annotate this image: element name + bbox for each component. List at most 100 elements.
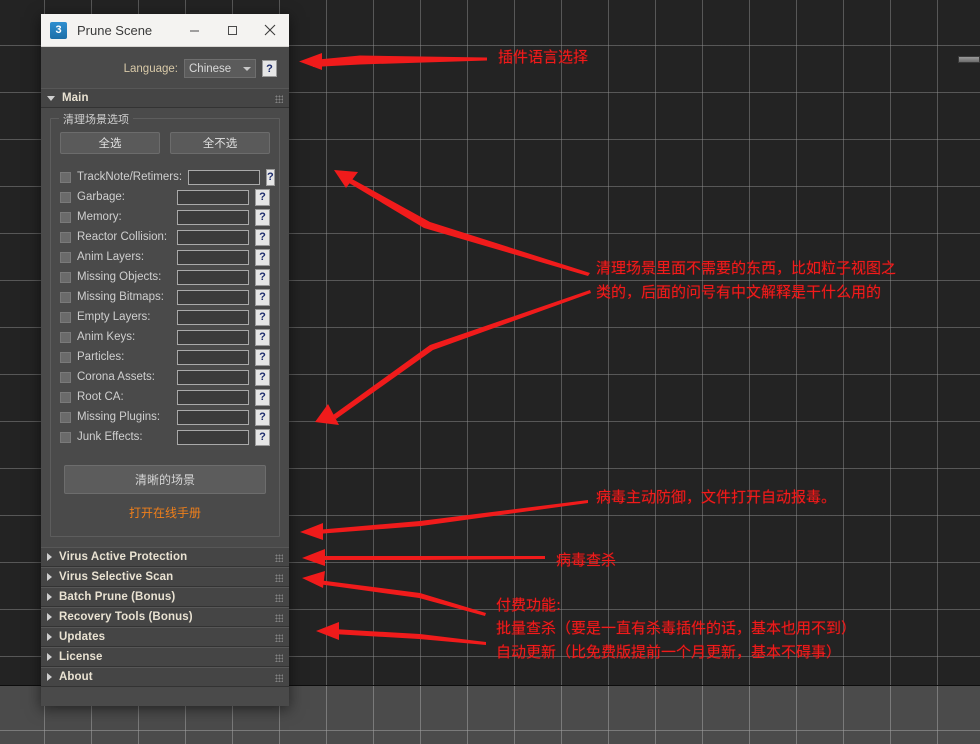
option-value-field[interactable] [177, 369, 249, 385]
option-checkbox[interactable] [60, 391, 71, 403]
rollout-header[interactable]: Updates [41, 627, 289, 647]
rollout-title-main: Main [62, 92, 89, 104]
option-checkbox[interactable] [60, 271, 71, 283]
option-label: Corona Assets: [77, 371, 155, 383]
rollout-header[interactable]: Virus Active Protection [41, 547, 289, 567]
option-checkbox[interactable] [60, 351, 71, 363]
option-row: Missing Objects:? [60, 267, 270, 287]
grip-icon[interactable] [275, 574, 283, 582]
option-value-field[interactable] [177, 329, 249, 345]
option-label: Root CA: [77, 391, 124, 403]
option-row: Garbage:? [60, 187, 270, 207]
minimize-button[interactable] [175, 14, 213, 46]
option-row: Empty Layers:? [60, 307, 270, 327]
option-row: Missing Bitmaps:? [60, 287, 270, 307]
rollout-header[interactable]: Batch Prune (Bonus) [41, 587, 289, 607]
clean-scene-button[interactable]: 清晰的场景 [64, 465, 266, 494]
select-none-button[interactable]: 全不选 [170, 132, 270, 154]
grip-icon[interactable] [275, 654, 283, 662]
option-value-field[interactable] [177, 429, 249, 445]
rollout-header-main[interactable]: Main [41, 88, 289, 108]
viewport-edge-widget[interactable] [958, 56, 980, 63]
language-row: Language: Chinese ? [41, 47, 289, 88]
grip-icon[interactable] [275, 95, 283, 103]
option-row: Anim Layers:? [60, 247, 270, 267]
option-help-button[interactable]: ? [255, 368, 270, 386]
option-help-button[interactable]: ? [255, 328, 270, 346]
option-label: Missing Bitmaps: [77, 291, 164, 303]
option-help-button[interactable]: ? [255, 208, 270, 226]
grip-icon[interactable] [275, 634, 283, 642]
option-checkbox[interactable] [60, 171, 71, 183]
online-manual-link[interactable]: 打开在线手册 [60, 504, 270, 521]
option-checkbox[interactable] [60, 371, 71, 383]
option-help-button[interactable]: ? [255, 428, 270, 446]
option-help-button[interactable]: ? [255, 288, 270, 306]
option-checkbox[interactable] [60, 431, 71, 443]
option-checkbox[interactable] [60, 191, 71, 203]
option-value-field[interactable] [177, 389, 249, 405]
option-help-button[interactable]: ? [255, 388, 270, 406]
option-help-button[interactable]: ? [255, 408, 270, 426]
rollout-title: Recovery Tools (Bonus) [59, 611, 193, 623]
grip-icon[interactable] [275, 554, 283, 562]
option-checkbox[interactable] [60, 251, 71, 263]
language-select[interactable]: Chinese [184, 59, 256, 78]
option-row: Root CA:? [60, 387, 270, 407]
chevron-right-icon [47, 613, 52, 621]
option-row: Memory:? [60, 207, 270, 227]
option-value-field[interactable] [177, 349, 249, 365]
option-value-field[interactable] [177, 289, 249, 305]
clean-scene-options-group: 清理场景选项 全选 全不选 TrackNote/Retimers:? Garbag… [50, 111, 280, 537]
option-value-field[interactable] [177, 229, 249, 245]
option-help-button[interactable]: ? [255, 248, 270, 266]
chevron-right-icon [47, 673, 52, 681]
language-help-button[interactable]: ? [262, 60, 277, 77]
chevron-right-icon [47, 653, 52, 661]
option-help-button[interactable]: ? [255, 308, 270, 326]
option-help-button[interactable]: ? [255, 228, 270, 246]
option-label: Anim Layers: [77, 251, 145, 263]
option-help-button[interactable]: ? [255, 348, 270, 366]
rollout-title: Virus Active Protection [59, 551, 188, 563]
chevron-right-icon [47, 553, 52, 561]
rollout-header[interactable]: License [41, 647, 289, 667]
grip-icon[interactable] [275, 674, 283, 682]
option-help-button[interactable]: ? [255, 268, 270, 286]
language-value: Chinese [189, 62, 232, 75]
chevron-right-icon [47, 593, 52, 601]
maximize-button[interactable] [213, 14, 251, 46]
window-title: Prune Scene [77, 22, 153, 38]
option-value-field[interactable] [177, 189, 249, 205]
option-checkbox[interactable] [60, 331, 71, 343]
grip-icon[interactable] [275, 594, 283, 602]
option-checkbox[interactable] [60, 231, 71, 243]
option-value-field[interactable] [188, 169, 261, 185]
option-label: Empty Layers: [77, 311, 151, 323]
option-label: Missing Plugins: [77, 411, 161, 423]
rollout-header[interactable]: About [41, 667, 289, 687]
option-help-button[interactable]: ? [266, 168, 275, 186]
option-value-field[interactable] [177, 209, 249, 225]
select-all-button[interactable]: 全选 [60, 132, 160, 154]
option-label: Memory: [77, 211, 122, 223]
option-checkbox[interactable] [60, 311, 71, 323]
option-value-field[interactable] [177, 249, 249, 265]
rollout-header[interactable]: Virus Selective Scan [41, 567, 289, 587]
window-body: Language: Chinese ? Main 清理场景选项 全选 全不选 T… [41, 47, 289, 706]
grip-icon[interactable] [275, 614, 283, 622]
option-label: TrackNote/Retimers: [77, 171, 183, 183]
option-checkbox[interactable] [60, 211, 71, 223]
option-checkbox[interactable] [60, 411, 71, 423]
option-help-button[interactable]: ? [255, 188, 270, 206]
option-row: TrackNote/Retimers:? [60, 167, 275, 187]
option-checkbox[interactable] [60, 291, 71, 303]
prune-scene-window[interactable]: 3 Prune Scene Language: Chinese ? Main 清… [41, 14, 289, 706]
rollout-header[interactable]: Recovery Tools (Bonus) [41, 607, 289, 627]
chevron-right-icon [47, 573, 52, 581]
option-value-field[interactable] [177, 269, 249, 285]
option-value-field[interactable] [177, 309, 249, 325]
window-titlebar[interactable]: 3 Prune Scene [41, 14, 289, 47]
option-value-field[interactable] [177, 409, 249, 425]
close-button[interactable] [251, 14, 289, 46]
